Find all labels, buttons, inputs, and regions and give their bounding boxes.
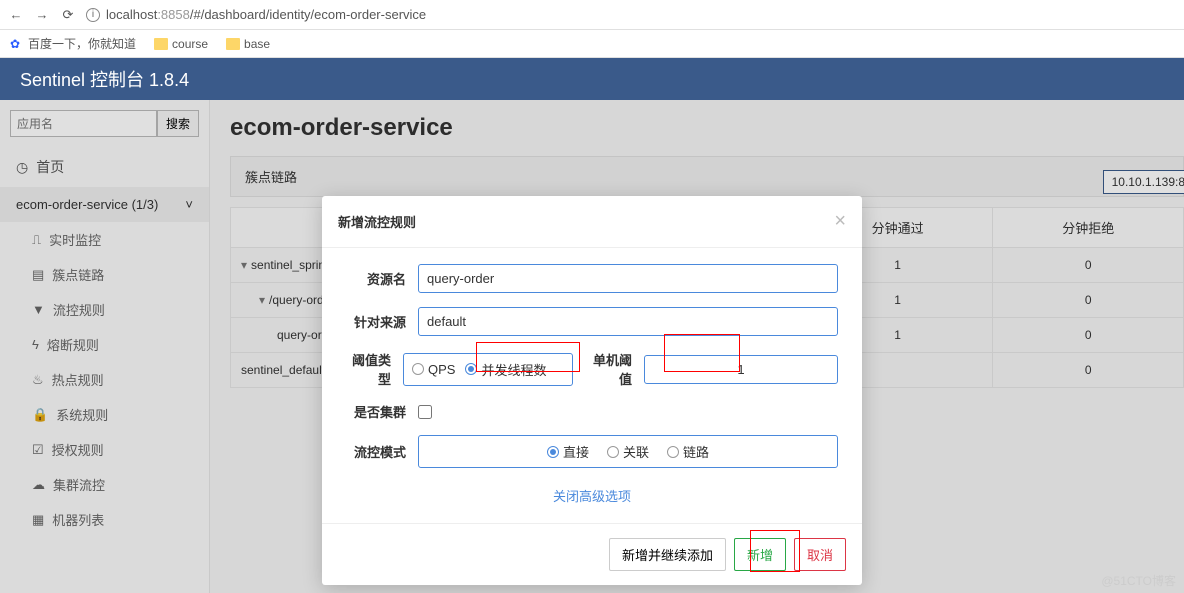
radio-thread[interactable]: 并发线程数 xyxy=(465,360,546,379)
url-port: :8858 xyxy=(157,7,190,22)
browser-nav-bar: ← → ⟳ i localhost:8858/#/dashboard/ident… xyxy=(0,0,1184,30)
url-path: /#/dashboard/identity/ecom-order-service xyxy=(190,7,426,22)
cancel-button[interactable]: 取消 xyxy=(794,538,846,571)
add-continue-button[interactable]: 新增并继续添加 xyxy=(609,538,726,571)
reload-icon[interactable]: ⟳ xyxy=(60,7,76,23)
radio-chain[interactable]: 链路 xyxy=(667,442,709,461)
cluster-checkbox[interactable] xyxy=(418,405,432,419)
site-info-icon[interactable]: i xyxy=(86,8,100,22)
modal-title: 新增流控规则 xyxy=(338,212,416,231)
resource-input[interactable] xyxy=(418,264,838,293)
flow-rule-modal: 新增流控规则 × 资源名 针对来源 阈值类型 QPS 并发线程数 单机阈值 是否… xyxy=(322,196,862,585)
label-mode: 流控模式 xyxy=(346,442,418,461)
label-threshold-type: 阈值类型 xyxy=(346,350,403,388)
bookmark-bar: ✿百度一下，你就知道 course base xyxy=(0,30,1184,58)
label-source: 针对来源 xyxy=(346,312,418,331)
label-cluster: 是否集群 xyxy=(346,402,418,421)
close-icon[interactable]: × xyxy=(834,210,846,233)
mode-group: 直接 关联 链路 xyxy=(418,435,838,468)
bookmark-baidu[interactable]: ✿百度一下，你就知道 xyxy=(10,35,136,52)
bookmark-base[interactable]: base xyxy=(226,37,270,51)
radio-qps[interactable]: QPS xyxy=(412,362,455,377)
forward-icon[interactable]: → xyxy=(34,7,50,23)
threshold-input[interactable] xyxy=(644,355,838,384)
address-bar[interactable]: i localhost:8858/#/dashboard/identity/ec… xyxy=(86,7,1176,22)
radio-direct[interactable]: 直接 xyxy=(547,442,589,461)
label-single-threshold: 单机阈值 xyxy=(587,350,644,388)
app-title: Sentinel 控制台 1.8.4 xyxy=(20,66,189,92)
source-input[interactable] xyxy=(418,307,838,336)
label-resource: 资源名 xyxy=(346,269,418,288)
back-icon[interactable]: ← xyxy=(8,7,24,23)
threshold-type-group: QPS 并发线程数 xyxy=(403,353,573,386)
watermark: @51CTO博客 xyxy=(1101,572,1176,589)
add-button[interactable]: 新增 xyxy=(734,538,786,571)
advanced-toggle[interactable]: 关闭高级选项 xyxy=(346,482,838,515)
radio-relate[interactable]: 关联 xyxy=(607,442,649,461)
url-host: localhost xyxy=(106,7,157,22)
bookmark-course[interactable]: course xyxy=(154,37,208,51)
app-header: Sentinel 控制台 1.8.4 xyxy=(0,58,1184,100)
